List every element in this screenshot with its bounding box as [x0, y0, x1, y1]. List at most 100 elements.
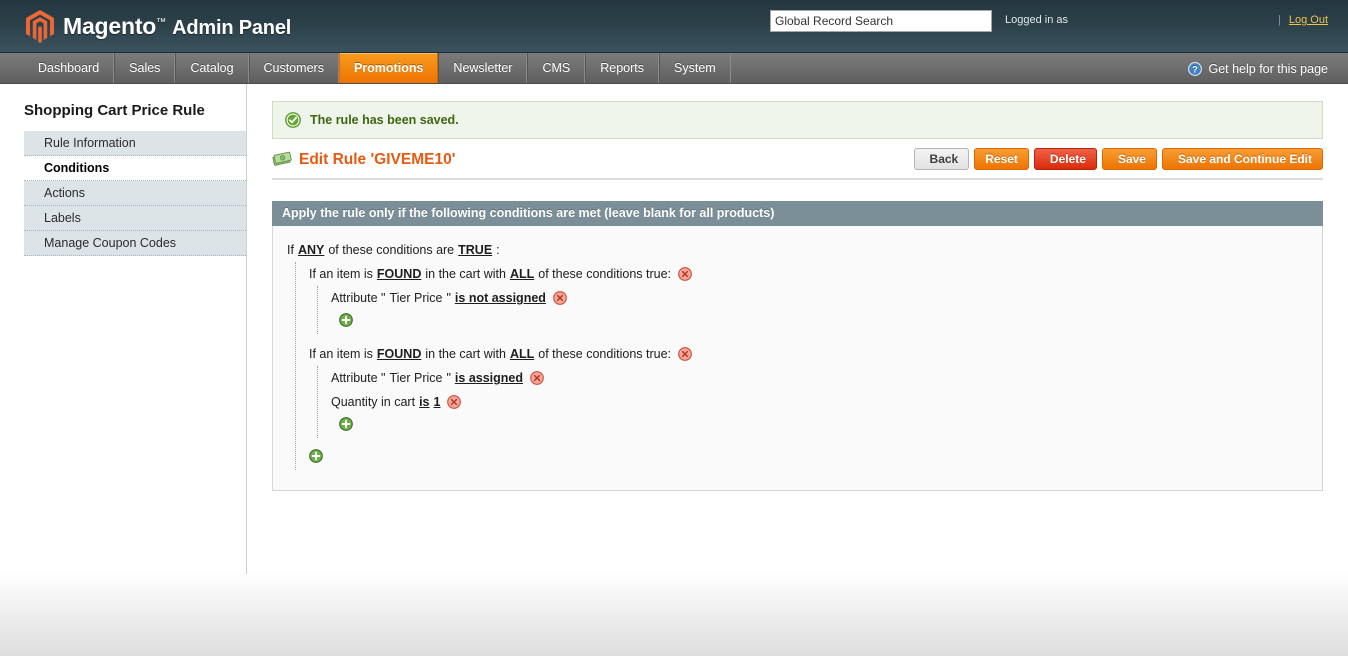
sidebar-item-labels[interactable]: Labels — [24, 206, 246, 231]
logout-link[interactable]: Log Out — [1289, 14, 1328, 26]
logout-separator: | — [1277, 14, 1281, 26]
delete-circle-icon[interactable] — [447, 395, 462, 409]
admin-page: Magento™ Admin Panel Logged in as | Log … — [0, 0, 1348, 656]
row-prefix: Attribute " — [331, 371, 386, 385]
group-children: Attribute " Tier Price " is not assigned — [317, 286, 1308, 334]
sidebar-item-rule-information[interactable]: Rule Information — [24, 131, 246, 156]
nav-item-promotions[interactable]: Promotions — [338, 53, 439, 83]
row-attribute[interactable]: Tier Price — [389, 368, 442, 388]
group-all-link[interactable]: ALL — [510, 344, 534, 364]
root-suffix: : — [496, 243, 500, 257]
group-prefix: If an item is — [309, 347, 373, 361]
root-middle: of these conditions are — [328, 243, 455, 257]
reset-button-label: Reset — [985, 152, 1018, 166]
nav-item-system[interactable]: System — [659, 53, 731, 83]
row-operator-link[interactable]: is not assigned — [455, 288, 546, 308]
brand-trademark: ™ — [156, 16, 166, 28]
save-button-label: Save — [1117, 152, 1146, 166]
delete-button[interactable]: Delete — [1033, 148, 1097, 170]
condition-group-line: If an item is FOUND in the cart with ALL… — [309, 262, 1308, 286]
add-condition-group-row — [309, 446, 1308, 470]
row-value-link[interactable]: 1 — [434, 392, 441, 412]
reset-button[interactable]: Reset — [974, 148, 1029, 170]
delete-circle-icon[interactable] — [553, 291, 567, 305]
money-bills-icon — [272, 151, 292, 166]
content-area: Shopping Cart Price Rule Rule Informatio… — [0, 84, 1348, 574]
main-content: The rule has been saved. Edit Rule 'GIVE… — [247, 84, 1348, 491]
page-action-buttons: Back Reset Delete Save Save and Continue… — [913, 148, 1323, 170]
condition-group-line: If an item is FOUND in the cart with ALL… — [309, 342, 1308, 366]
magento-logo-icon — [26, 10, 54, 43]
group-children: Attribute " Tier Price " is assigned Qua… — [317, 366, 1308, 438]
back-button[interactable]: Back — [913, 148, 970, 170]
sidebar-list: Rule Information Conditions Actions Labe… — [24, 131, 246, 256]
success-message-text: The rule has been saved. — [310, 113, 459, 127]
condition-row: Quantity in cart is 1 — [331, 390, 1308, 414]
delete-circle-icon[interactable] — [678, 267, 692, 281]
row-mid: " — [446, 371, 451, 385]
sidebar-item-actions[interactable]: Actions — [24, 181, 246, 206]
add-circle-icon[interactable] — [339, 313, 353, 327]
sidebar-item-manage-coupon-codes[interactable]: Manage Coupon Codes — [24, 231, 246, 256]
brand-logo[interactable]: Magento™ Admin Panel — [24, 9, 291, 43]
main-navigation: Dashboard Sales Catalog Customers Promot… — [0, 53, 1348, 84]
brand-subtitle: Admin Panel — [172, 16, 292, 39]
sidebar-title: Shopping Cart Price Rule — [24, 102, 205, 119]
brand-text: Magento™ Admin Panel — [63, 13, 291, 40]
group-found-link[interactable]: FOUND — [377, 264, 421, 284]
nav-item-reports[interactable]: Reports — [585, 53, 660, 83]
question-circle-icon: ? — [1188, 61, 1203, 76]
group-all-link[interactable]: ALL — [510, 264, 534, 284]
nav-item-customers[interactable]: Customers — [248, 53, 339, 83]
root-aggregator-link[interactable]: ANY — [298, 240, 324, 260]
root-value-link[interactable]: TRUE — [458, 240, 492, 260]
logged-in-label: Logged in as — [1005, 14, 1068, 26]
add-condition-row — [331, 310, 1308, 334]
conditions-panel: Apply the rule only if the following con… — [272, 201, 1323, 491]
back-button-label: Back — [929, 152, 959, 166]
root-children: If an item is FOUND in the cart with ALL… — [295, 262, 1308, 470]
nav-item-cms[interactable]: CMS — [527, 53, 586, 83]
success-message: The rule has been saved. — [272, 101, 1323, 139]
delete-circle-icon[interactable] — [530, 371, 544, 385]
condition-row: Attribute " Tier Price " is not assigned — [331, 286, 1308, 310]
group-suffix: of these conditions true: — [538, 347, 672, 361]
conditions-panel-body: If ANY of these conditions are TRUE : If… — [272, 226, 1323, 491]
group-found-link[interactable]: FOUND — [377, 344, 421, 364]
condition-root-line: If ANY of these conditions are TRUE : — [287, 238, 1308, 262]
row-prefix: Quantity in cart — [331, 395, 416, 409]
get-help-label: Get help for this page — [1208, 61, 1328, 76]
brand-name: Magento — [63, 12, 157, 39]
save-button[interactable]: Save — [1101, 148, 1157, 170]
add-circle-icon[interactable] — [309, 449, 323, 463]
row-attribute[interactable]: Tier Price — [389, 288, 442, 308]
row-operator-link[interactable]: is assigned — [455, 368, 523, 388]
global-search-input[interactable] — [770, 10, 992, 32]
row-prefix: Attribute " — [331, 291, 386, 305]
save-and-continue-edit-button[interactable]: Save and Continue Edit — [1161, 148, 1323, 170]
add-circle-icon[interactable] — [339, 417, 353, 431]
nav-item-dashboard[interactable]: Dashboard — [24, 53, 115, 83]
row-mid: " — [446, 291, 451, 305]
top-header: Magento™ Admin Panel Logged in as | Log … — [0, 0, 1348, 53]
row-operator-link[interactable]: is — [419, 392, 429, 412]
group-suffix: of these conditions true: — [538, 267, 672, 281]
group-middle: in the cart with — [425, 347, 506, 361]
page-title: Edit Rule 'GIVEME10' — [299, 150, 456, 168]
nav-item-newsletter[interactable]: Newsletter — [438, 53, 528, 83]
delete-circle-icon[interactable] — [678, 347, 692, 361]
conditions-tree: If ANY of these conditions are TRUE : If… — [287, 238, 1308, 470]
save-and-continue-edit-button-label: Save and Continue Edit — [1177, 152, 1312, 166]
delete-button-label: Delete — [1049, 152, 1086, 166]
group-middle: in the cart with — [425, 267, 506, 281]
condition-row: Attribute " Tier Price " is assigned — [331, 366, 1308, 390]
success-check-icon — [285, 112, 301, 128]
nav-item-sales[interactable]: Sales — [114, 53, 176, 83]
get-help-link[interactable]: ? Get help for this page — [1188, 53, 1328, 84]
sidebar-item-conditions[interactable]: Conditions — [24, 156, 246, 181]
conditions-panel-heading: Apply the rule only if the following con… — [272, 201, 1323, 226]
group-prefix: If an item is — [309, 267, 373, 281]
nav-item-catalog[interactable]: Catalog — [175, 53, 249, 83]
page-header-row: Edit Rule 'GIVEME10' Back Reset Delete S… — [272, 148, 1323, 180]
svg-text:?: ? — [1193, 64, 1199, 74]
